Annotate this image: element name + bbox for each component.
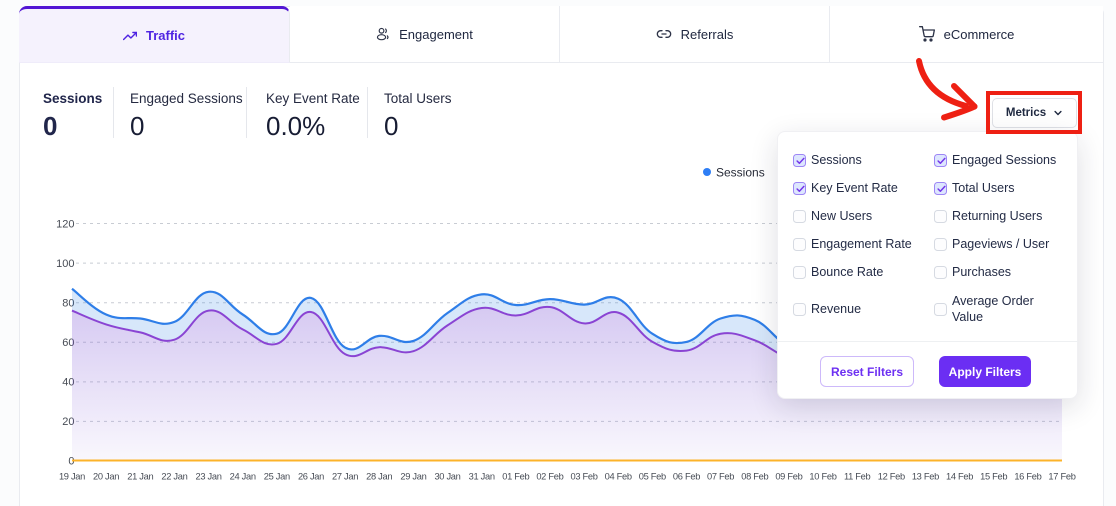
svg-text:02 Feb: 02 Feb <box>536 472 563 482</box>
svg-text:15 Feb: 15 Feb <box>980 472 1007 482</box>
svg-text:10 Feb: 10 Feb <box>809 472 836 482</box>
svg-text:03 Feb: 03 Feb <box>571 472 598 482</box>
svg-text:09 Feb: 09 Feb <box>775 472 802 482</box>
svg-text:120: 120 <box>56 218 74 230</box>
svg-text:30 Jan: 30 Jan <box>434 472 460 482</box>
svg-text:22 Jan: 22 Jan <box>161 472 187 482</box>
svg-text:13 Feb: 13 Feb <box>912 472 939 482</box>
svg-text:19 Jan: 19 Jan <box>59 472 85 482</box>
svg-text:14 Feb: 14 Feb <box>946 472 973 482</box>
svg-text:21 Jan: 21 Jan <box>127 472 153 482</box>
svg-text:31 Jan: 31 Jan <box>469 472 495 482</box>
svg-text:20 Jan: 20 Jan <box>93 472 119 482</box>
svg-text:06 Feb: 06 Feb <box>673 472 700 482</box>
svg-text:11 Feb: 11 Feb <box>844 472 871 482</box>
svg-text:27 Jan: 27 Jan <box>332 472 358 482</box>
svg-text:16 Feb: 16 Feb <box>1014 472 1041 482</box>
svg-text:100: 100 <box>56 258 74 270</box>
svg-text:29 Jan: 29 Jan <box>400 472 426 482</box>
svg-text:04 Feb: 04 Feb <box>605 472 632 482</box>
svg-text:08 Feb: 08 Feb <box>741 472 768 482</box>
svg-text:26 Jan: 26 Jan <box>298 472 324 482</box>
svg-text:17 Feb: 17 Feb <box>1048 472 1075 482</box>
svg-text:05 Feb: 05 Feb <box>639 472 666 482</box>
svg-text:01 Feb: 01 Feb <box>502 472 529 482</box>
svg-text:07 Feb: 07 Feb <box>707 472 734 482</box>
svg-text:28 Jan: 28 Jan <box>366 472 392 482</box>
svg-text:Sessions: Sessions <box>716 166 765 180</box>
svg-text:23 Jan: 23 Jan <box>196 472 222 482</box>
svg-text:25 Jan: 25 Jan <box>264 472 290 482</box>
svg-text:24 Jan: 24 Jan <box>230 472 256 482</box>
svg-text:12 Feb: 12 Feb <box>878 472 905 482</box>
